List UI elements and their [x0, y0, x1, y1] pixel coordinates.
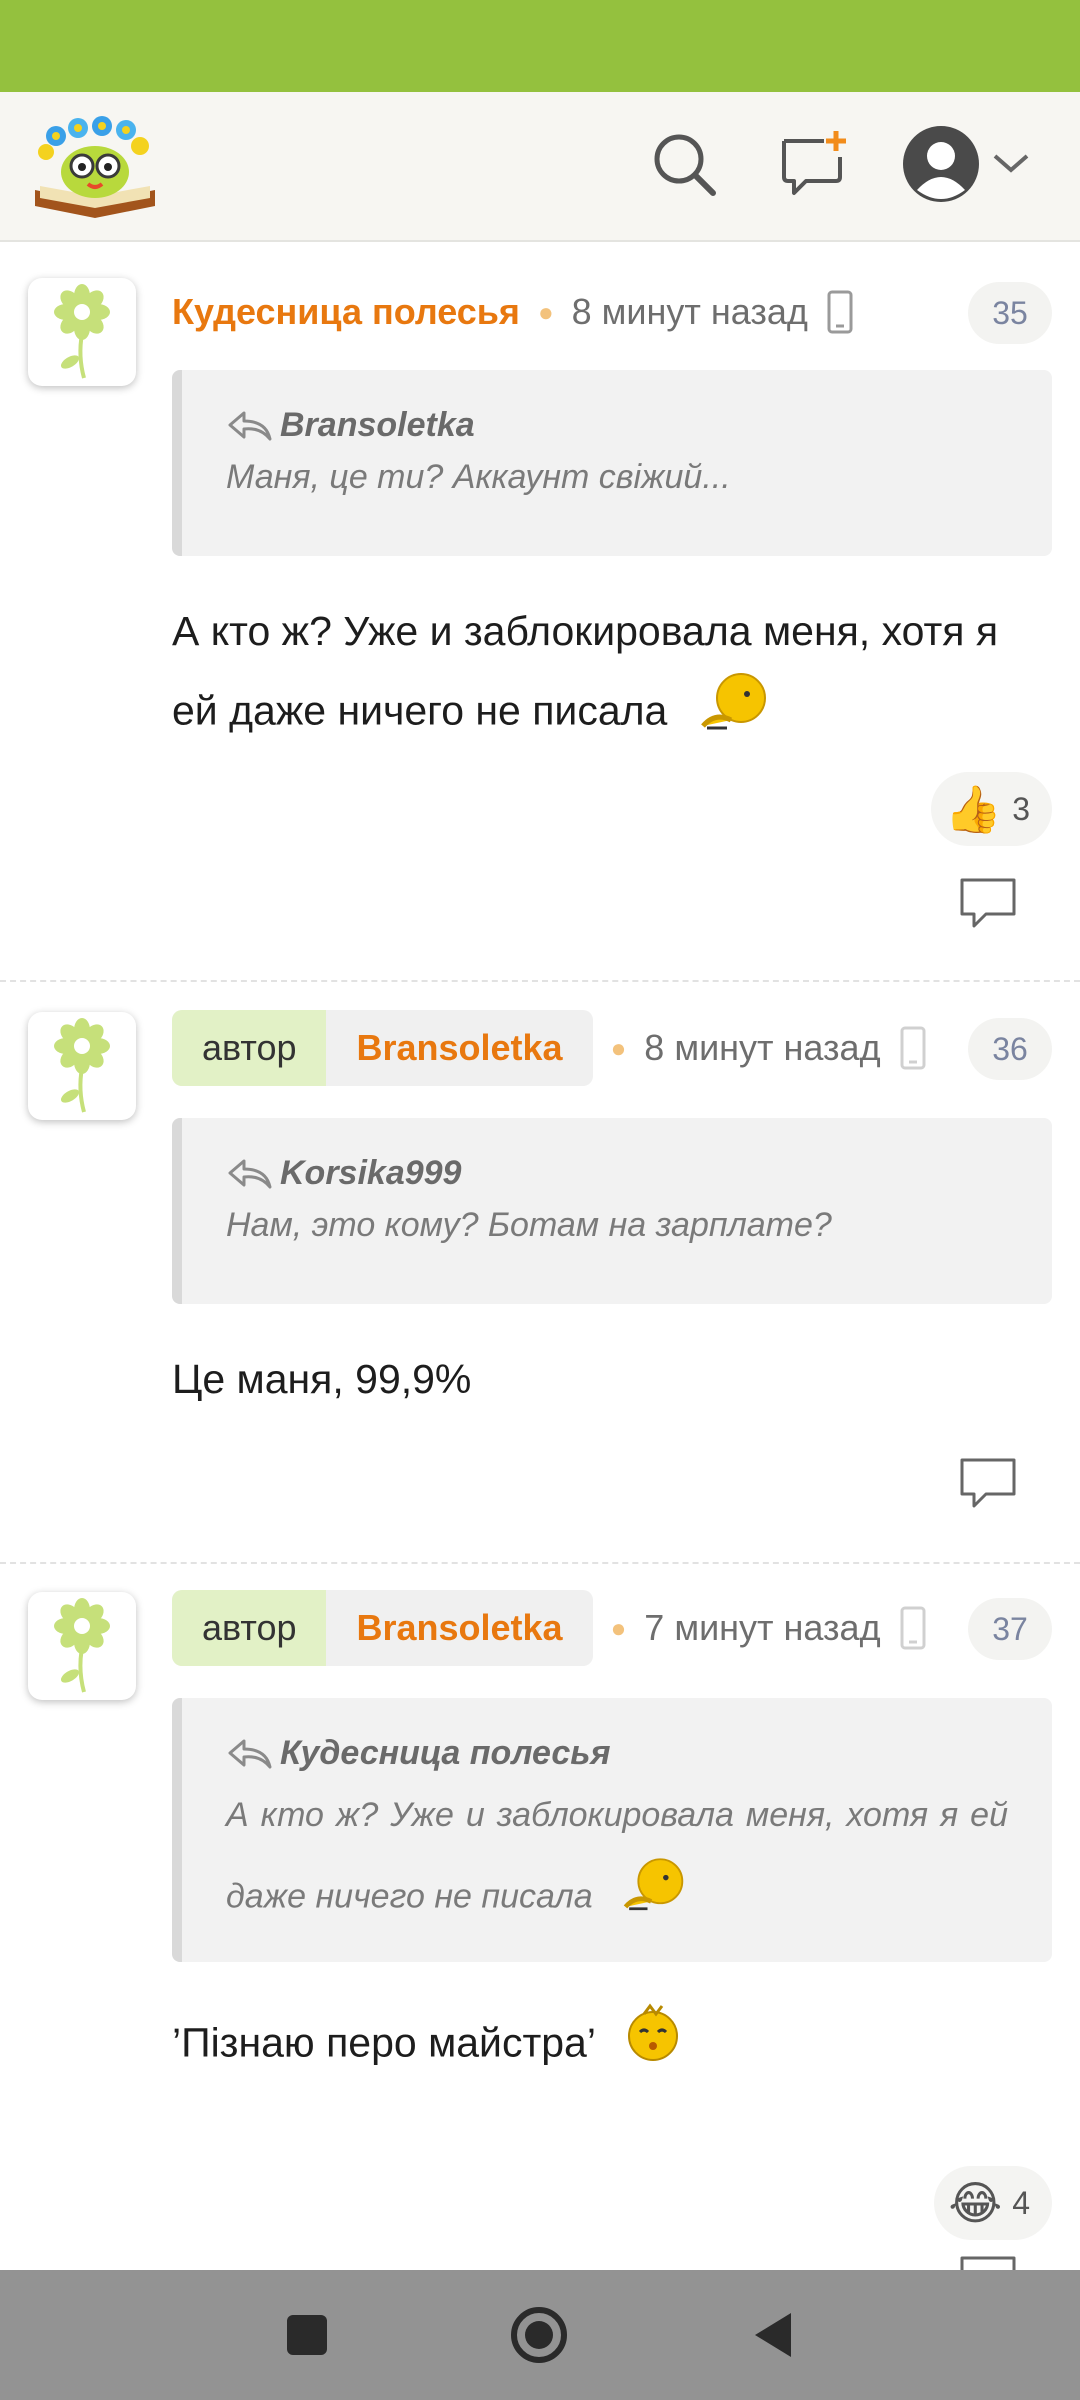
quoted-reply[interactable]: Кудесница полесья А кто ж? Уже и заблоки…: [172, 1698, 1052, 1962]
quote-text: Нам, это кому? Ботам на зарплате?: [226, 1206, 832, 1244]
flower-avatar-icon[interactable]: [28, 278, 136, 386]
comment-body: ’Пізнаю перо майстра’: [172, 2002, 1040, 2089]
book-with-flowers-logo[interactable]: [30, 110, 160, 220]
system-nav-bar: [0, 2270, 1080, 2400]
reply-arrow-icon: [228, 411, 272, 440]
app-header: [0, 92, 1080, 242]
reaction-laugh[interactable]: 😂 4: [934, 2166, 1052, 2240]
author-badge[interactable]: автор Bransoletka: [172, 1590, 593, 1666]
status-bar: [0, 0, 1080, 92]
reaction-count: 4: [1012, 2184, 1030, 2221]
comment-number[interactable]: 35: [968, 282, 1052, 344]
quote-text: Маня, це ти? Аккаунт свіжий...: [226, 458, 731, 496]
mobile-device-icon: [899, 1605, 927, 1651]
reply-arrow-icon: [228, 1159, 272, 1188]
sad-smiley-icon: [697, 670, 769, 757]
quote-text: А кто ж? Уже и заблокировала меня, хотя …: [226, 1775, 1008, 1942]
comment-number[interactable]: 36: [968, 1018, 1052, 1080]
reaction-like[interactable]: 👍 3: [930, 772, 1052, 846]
comment-35: Кудесница полесья ● 8 минут назад 35 Bra…: [0, 242, 1080, 982]
comment-author: Bransoletka: [356, 1027, 563, 1068]
comment-meta: автор Bransoletka ● 7 минут назад: [172, 1588, 1052, 1668]
comment-meta: Кудесница полесья ● 8 минут назад: [172, 272, 1052, 352]
comment-36: автор Bransoletka ● 8 минут назад 36 Kor…: [0, 982, 1080, 1564]
chevron-down-icon[interactable]: [986, 122, 1036, 206]
thumbs-up-icon: 👍: [944, 782, 1003, 835]
quote-author: Bransoletka: [226, 406, 1008, 445]
separator-dot: ●: [610, 1612, 627, 1643]
home-circle-icon[interactable]: [494, 2290, 584, 2380]
quote-author: Korsika999: [226, 1154, 1008, 1193]
comment-time: 7 минут назад: [644, 1607, 881, 1648]
author-badge[interactable]: автор Bransoletka: [172, 1010, 593, 1086]
comment-meta: автор Bransoletka ● 8 минут назад: [172, 1008, 1052, 1088]
user-avatar-icon[interactable]: [898, 122, 984, 206]
flower-avatar-icon[interactable]: [28, 1012, 136, 1120]
comment-time: 8 минут назад: [644, 1027, 881, 1068]
laughing-emoji-icon: 😂: [948, 2177, 1003, 2229]
comment-body: А кто ж? Уже и заблокировала меня, хотя …: [172, 592, 1040, 757]
quoted-reply[interactable]: Korsika999 Нам, это кому? Ботам на зарпл…: [172, 1118, 1052, 1304]
back-triangle-icon[interactable]: [728, 2290, 818, 2380]
new-post-icon[interactable]: [772, 122, 856, 206]
comment-author[interactable]: Кудесница полесья: [172, 291, 520, 333]
mobile-device-icon: [826, 289, 854, 335]
mobile-device-icon: [899, 1025, 927, 1071]
quoted-reply[interactable]: Bransoletka Маня, це ти? Аккаунт свіжий.…: [172, 370, 1052, 556]
quote-author: Кудесница полесья: [226, 1734, 1008, 1773]
separator-dot: ●: [610, 1032, 627, 1063]
kissing-smiley-icon: [624, 2002, 682, 2089]
author-tag: автор: [172, 1590, 327, 1666]
separator-dot: ●: [537, 296, 554, 327]
recents-square-icon[interactable]: [262, 2290, 352, 2380]
reply-arrow-icon: [228, 1739, 272, 1768]
sad-smiley-icon: [620, 1855, 686, 1942]
comment-body: Це маня, 99,9%: [172, 1356, 472, 1402]
reply-comment-icon[interactable]: [958, 1456, 1018, 1512]
reply-comment-icon[interactable]: [958, 2254, 1018, 2270]
comment-number[interactable]: 37: [968, 1598, 1052, 1660]
comment-time: 8 минут назад: [571, 291, 808, 332]
flower-avatar-icon[interactable]: [28, 1592, 136, 1700]
search-icon[interactable]: [642, 122, 726, 206]
reply-comment-icon[interactable]: [958, 876, 1018, 932]
comment-author: Bransoletka: [356, 1607, 563, 1648]
comments-feed: Кудесница полесья ● 8 минут назад 35 Bra…: [0, 242, 1080, 2270]
comment-37: автор Bransoletka ● 7 минут назад 37 Куд…: [0, 1564, 1080, 2270]
reaction-count: 3: [1012, 790, 1030, 827]
author-tag: автор: [172, 1010, 327, 1086]
